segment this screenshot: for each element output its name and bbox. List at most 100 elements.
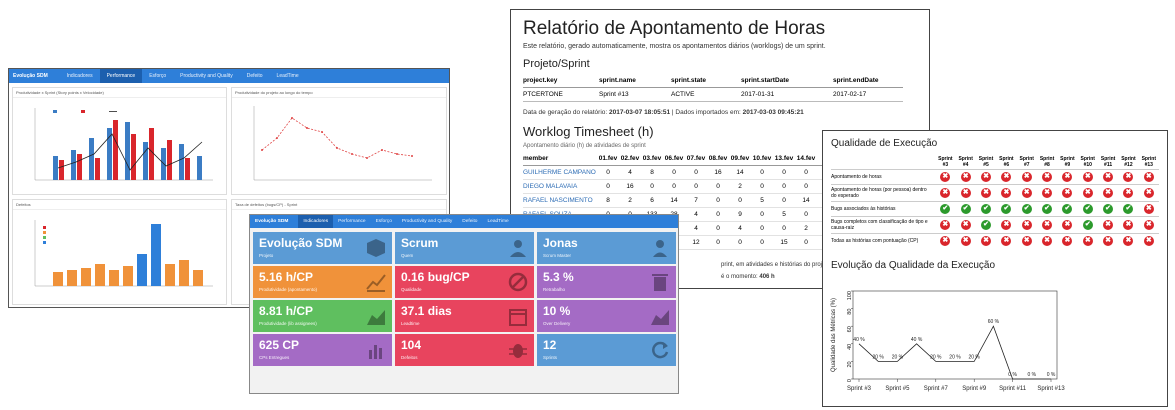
cross-icon: ✖ <box>1123 236 1134 246</box>
status-cell: ✖ <box>1077 233 1098 248</box>
column-header: sprint.state <box>671 74 741 88</box>
sprint-header: Sprint #13 <box>1141 156 1157 168</box>
status-cell: ✖ <box>1057 233 1078 248</box>
productivity-bar-chart: Produtividade x Sprint (Story points x V… <box>12 87 227 195</box>
footer-text-1: print, em atividades e histórias do proj… <box>721 262 833 268</box>
table-cell: 0 <box>663 165 685 180</box>
status-cell: ✖ <box>1057 169 1078 185</box>
member-link[interactable]: DIEGO MALAVAIA <box>523 179 597 194</box>
table-cell: 0 <box>685 165 707 180</box>
status-cell: ✖ <box>1138 233 1159 248</box>
status-cell: ✖ <box>1036 216 1058 234</box>
member-link[interactable]: GUILHERME CAMPANO <box>523 165 597 180</box>
nav-leadtime[interactable]: LeadTime <box>482 215 513 228</box>
nav-defeito[interactable]: Defeito <box>457 215 482 228</box>
chart-title: Produtividade do projeto ao longo do tem… <box>232 88 446 98</box>
cross-icon: ✖ <box>1042 220 1053 230</box>
table-cell: 2 <box>729 179 751 194</box>
status-cell: ✖ <box>935 216 956 234</box>
indicator-tile[interactable]: 5.3 % Retrabalho <box>537 266 676 298</box>
nav-defeito[interactable]: Defeito <box>240 69 270 83</box>
nav-performance[interactable]: Performance <box>333 215 370 228</box>
cross-icon: ✖ <box>1001 236 1012 246</box>
indicator-tile[interactable]: 37.1 dias Leadtime <box>395 300 534 332</box>
nav-leadtime[interactable]: LeadTime <box>270 69 306 83</box>
data-label: 20 % <box>949 354 961 360</box>
table-cell: 14 <box>729 165 751 180</box>
dashboard-brand[interactable]: Evolução SDM <box>13 73 48 79</box>
quality-evolution-chart: 0 20 40 60 80 100 Qualidade das Métricas (%) 40… <box>831 290 1065 392</box>
table-row: PTCERTONE Sprint #13 ACTIVE 2017-01-31 2… <box>523 87 903 102</box>
y-tick-label: 0 <box>847 379 853 382</box>
indicator-tile[interactable]: 10 % Over Delivery <box>537 300 676 332</box>
data-label: 40 % <box>911 337 923 343</box>
column-header: 06.fev <box>663 152 685 166</box>
sprint-header: Sprint #4 <box>958 156 973 168</box>
status-cell: ✖ <box>996 233 1017 248</box>
defects-plot <box>34 220 213 287</box>
column-header: sprint.endDate <box>833 74 903 88</box>
member-link[interactable]: RAFAEL NASCIMENTO <box>523 193 597 208</box>
indicator-tile[interactable]: 12 Sprints <box>537 334 676 366</box>
status-cell: ✔ <box>1118 201 1139 217</box>
defects-stacked-chart: Defeitos <box>12 199 227 305</box>
data-label: 60 % <box>988 319 1000 325</box>
indicator-tile[interactable]: 0.16 bug/CP Qualidade <box>395 266 534 298</box>
nav-productivity[interactable]: Productivity and Quality <box>173 69 240 83</box>
bar-chart-icon <box>369 345 382 359</box>
nav-esforco[interactable]: Esforço <box>142 69 173 83</box>
table-cell: 2017-01-31 <box>741 87 833 102</box>
table-cell: 0 <box>641 179 663 194</box>
indicator-tile[interactable]: 104 Defeitos <box>395 334 534 366</box>
table-cell: 8 <box>641 165 663 180</box>
refresh-icon <box>652 341 669 359</box>
cross-icon: ✖ <box>960 188 971 198</box>
status-cell: ✔ <box>1077 201 1098 217</box>
table-row: Bugs associados às histórias ✔ ✔ ✔ ✔ ✔ ✔ ✔ ✔ ✔ ✔ ✖ <box>831 201 1159 217</box>
column-header: sprint.startDate <box>741 74 833 88</box>
table-cell: 0 <box>751 235 773 250</box>
trend-chart-plot <box>253 106 432 181</box>
status-cell: ✔ <box>975 216 997 234</box>
status-cell: ✖ <box>1097 169 1119 185</box>
table-cell: PTCERTONE <box>523 87 599 102</box>
indicator-tile[interactable]: 5.16 h/CP Produtividade (apontamento) <box>253 266 392 298</box>
indicator-tiles: Evolução SDM Projeto Scrum Quem Jonas Sc… <box>253 232 677 366</box>
nav-indicadores[interactable]: Indicadores <box>298 215 334 228</box>
status-cell: ✖ <box>1118 216 1139 234</box>
cross-icon: ✖ <box>1143 188 1154 198</box>
indicator-tile[interactable]: Scrum Quem <box>395 232 534 264</box>
status-cell: ✔ <box>975 201 997 217</box>
trend-icon <box>366 274 386 292</box>
nav-indicadores[interactable]: Indicadores <box>60 69 100 83</box>
sprint-header: Sprint #12 <box>1121 156 1136 168</box>
cross-icon: ✖ <box>1021 236 1032 246</box>
indicator-tile[interactable]: Evolução SDM Projeto <box>253 232 392 264</box>
data-label: 20 % <box>872 354 884 360</box>
indicators-navbar: Evolução SDM Indicadores Performance Esf… <box>250 215 678 228</box>
table-cell: 0 <box>597 179 619 194</box>
y-axis-label: Qualidade das Métricas (%) <box>831 298 837 372</box>
quality-title: Qualidade de Execução <box>831 138 938 149</box>
cross-icon: ✖ <box>940 236 951 246</box>
nav-performance[interactable]: Performance <box>99 69 143 83</box>
indicator-tile[interactable]: 625 CP CPs Entregues <box>253 334 392 366</box>
status-cell: ✖ <box>1016 184 1037 202</box>
indicator-tile[interactable]: 8.81 h/CP Produtividade (lib assignees) <box>253 300 392 332</box>
status-cell: ✖ <box>996 169 1017 185</box>
table-cell: 4 <box>619 165 641 180</box>
data-label: 0 % <box>1027 372 1036 378</box>
nav-esforco[interactable]: Esforço <box>371 215 397 228</box>
nav-productivity[interactable]: Productivity and Quality <box>397 215 457 228</box>
check-icon: ✔ <box>940 204 951 214</box>
indicators-brand[interactable]: Evolução SDM <box>255 219 288 224</box>
cross-icon: ✖ <box>1062 172 1073 182</box>
cross-icon: ✖ <box>1021 220 1032 230</box>
cross-icon: ✖ <box>940 188 951 198</box>
project-heading: Projeto/Sprint <box>523 58 590 70</box>
indicator-tile[interactable]: Jonas Scrum Master <box>537 232 676 264</box>
column-header: 14.fev <box>795 152 817 166</box>
table-cell: 0 <box>751 165 773 180</box>
status-cell: ✔ <box>1077 216 1098 234</box>
table-cell: 5 <box>773 207 795 222</box>
